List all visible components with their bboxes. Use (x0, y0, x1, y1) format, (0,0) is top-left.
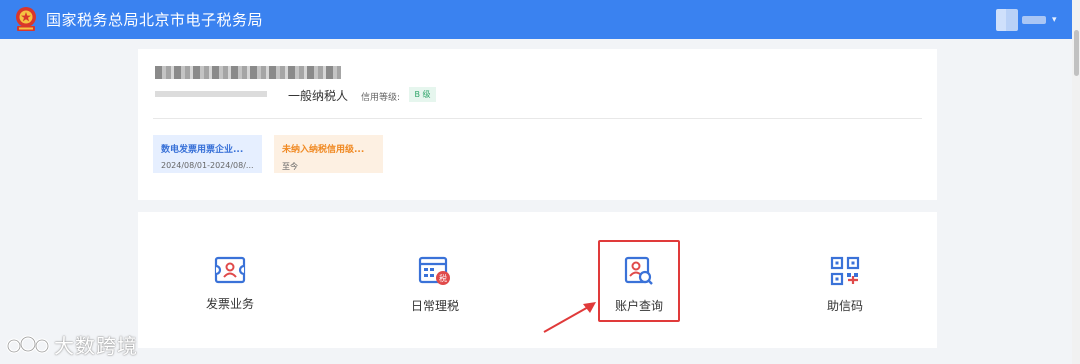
svg-text:税: 税 (439, 273, 447, 283)
taxpayer-type: 一般纳税人 (288, 89, 349, 103)
qr-code-icon (830, 256, 860, 286)
tax-emblem-icon (16, 7, 36, 31)
function-credit-code[interactable]: 助信码 (795, 256, 895, 314)
company-info-card: 一般纳税人 信用等级: B 级 数电发票用票企业... 2024/08/01-2… (138, 49, 937, 200)
function-shortcuts-card: 发票业务 税 日常理税 账户查询 助信码 (138, 212, 937, 348)
function-label: 日常理税 (410, 299, 459, 313)
function-label: 发票业务 (205, 297, 254, 311)
user-menu[interactable]: ▾ (996, 9, 1057, 31)
notice-date: 2024/08/01-2024/08/... (161, 161, 254, 170)
notice-title: 数电发票用票企业... (161, 145, 244, 155)
function-invoice-business[interactable]: 发票业务 (180, 256, 280, 312)
notice-title: 未纳入纳税信用级... (282, 145, 365, 155)
annotation-arrow-icon (543, 302, 596, 333)
highlight-box (598, 240, 680, 322)
watermark-text: 大数跨境 (54, 334, 138, 358)
avatar (996, 9, 1018, 31)
notice-card-credit[interactable]: 未纳入纳税信用级... 至今 (274, 135, 383, 173)
app-title: 国家税务总局北京市电子税务局 (46, 11, 264, 29)
notice-card-invoice[interactable]: 数电发票用票企业... 2024/08/01-2024/08/... (153, 135, 262, 173)
notice-date: 至今 (282, 162, 298, 171)
chevron-down-icon: ▾ (1052, 15, 1057, 25)
watermark-logo-icon (6, 335, 50, 353)
tax-id-redacted (155, 91, 267, 97)
watermark: 大数跨境 (6, 330, 138, 359)
top-nav-bar: 国家税务总局北京市电子税务局 ▾ (0, 0, 1072, 39)
divider (153, 118, 922, 119)
company-name-redacted (155, 66, 341, 79)
tax-calendar-icon: 税 (418, 256, 450, 285)
scrollbar-thumb[interactable] (1074, 30, 1079, 76)
invoice-icon (214, 256, 246, 284)
function-label: 助信码 (826, 299, 863, 313)
user-name (1022, 16, 1046, 24)
function-daily-tax[interactable]: 税 日常理税 (385, 256, 485, 314)
credit-level-label: 信用等级: (361, 93, 401, 103)
credit-level-badge: B 级 (409, 87, 436, 102)
